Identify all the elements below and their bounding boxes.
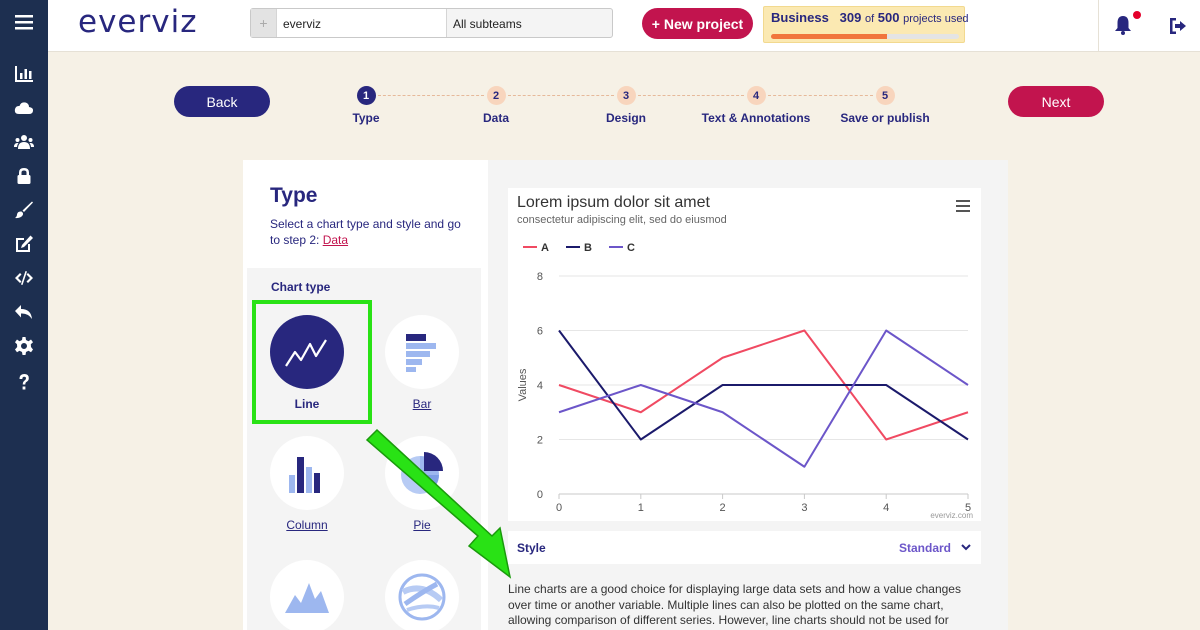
help-icon[interactable] <box>12 372 36 392</box>
chart-type-pie[interactable]: Pie <box>377 436 467 532</box>
selection-highlight <box>252 300 372 424</box>
data-step-link[interactable]: Data <box>323 233 348 247</box>
menu-icon[interactable] <box>12 12 36 32</box>
bar-chart-icon <box>406 334 436 372</box>
chart-type-label: Pie <box>413 518 431 532</box>
logout-icon[interactable] <box>1168 16 1188 36</box>
legend-label: B <box>584 242 592 254</box>
step-label: Design <box>605 111 646 125</box>
pie-chart-icon <box>401 452 443 494</box>
y-tick-label: 4 <box>537 380 543 392</box>
team-selector: + everviz All subteams <box>250 8 613 38</box>
plan-of: of <box>864 13 875 25</box>
step-number: 1 <box>356 86 376 105</box>
type-description: Select a chart type and style and go to … <box>270 217 461 247</box>
style-label: Style <box>517 541 546 555</box>
sankey-chart-icon <box>398 573 446 621</box>
chart-type-column[interactable]: Column <box>262 436 352 532</box>
back-button[interactable]: Back <box>174 86 270 117</box>
y-axis-label: Values <box>517 368 529 401</box>
plan-used: 309 <box>839 10 862 25</box>
bar-chart-thumb <box>385 315 459 389</box>
chart-type-label: Bar <box>412 397 432 411</box>
step-label: Text & Annotations <box>701 111 811 125</box>
legend-label: C <box>627 242 635 254</box>
step-label: Save or publish <box>840 111 930 125</box>
wizard-step[interactable]: 1 Type <box>296 86 436 125</box>
style-selector[interactable]: Style Standard <box>508 531 981 564</box>
y-tick-label: 0 <box>537 489 543 501</box>
x-tick-label: 1 <box>638 502 644 514</box>
step-number: 4 <box>746 86 766 105</box>
step-label: Type <box>352 111 380 125</box>
preview-column: 0 2 4 6 8 0 1 2 3 4 5 Values A B Ceverviz.com Lorem ip… <box>488 160 1008 630</box>
wizard-step[interactable]: 4 Text & Annotations <box>686 86 826 125</box>
brush-icon[interactable] <box>12 200 36 220</box>
plan-usage-text: Business 309 of 500 projects used <box>771 10 969 25</box>
chart-title: Lorem ipsum dolor sit amet <box>517 194 710 211</box>
chart-type-heading: Chart type <box>271 280 331 294</box>
legend-label: A <box>541 242 549 254</box>
x-tick-label: 4 <box>883 502 889 514</box>
chart-credit: everviz.com <box>930 511 973 520</box>
step-number: 2 <box>486 86 506 105</box>
plan-suffix: projects used <box>903 13 969 25</box>
top-bar: everviz + everviz All subteams + New pro… <box>48 0 1200 52</box>
y-tick-label: 8 <box>537 271 543 283</box>
sidebar <box>0 0 48 630</box>
add-team-button[interactable]: + <box>251 9 277 37</box>
chart-type-label: Column <box>286 518 328 532</box>
undo-icon[interactable] <box>12 302 36 322</box>
style-value: Standard <box>898 541 951 555</box>
chart-type-sankey[interactable] <box>377 560 467 630</box>
cloud-icon[interactable] <box>12 98 36 118</box>
chart-type-bar[interactable]: Bar <box>377 315 467 411</box>
gear-icon[interactable] <box>12 336 36 356</box>
chart-icon[interactable] <box>12 64 36 84</box>
x-tick-label: 2 <box>720 502 726 514</box>
wizard-step[interactable]: 5 Save or publish <box>815 86 955 125</box>
column-chart-icon <box>289 457 320 493</box>
y-tick-label: 6 <box>537 326 543 338</box>
chart-type-description: Line charts are a good choice for displa… <box>508 582 961 627</box>
step-label: Data <box>482 111 509 125</box>
wizard-step[interactable]: 3 Design <box>556 86 696 125</box>
x-tick-label: 3 <box>801 502 807 514</box>
x-tick-label: 0 <box>556 502 562 514</box>
chart-menu-icon[interactable] <box>956 200 970 212</box>
sankey-chart-thumb <box>385 560 459 630</box>
type-heading: Type <box>270 184 318 207</box>
area-chart-thumb <box>270 560 344 630</box>
code-icon[interactable] <box>12 268 36 288</box>
line-chart: 024680 1 2 3 4 5ValuesA B Ceverviz.com <box>517 242 973 520</box>
notification-dot <box>1133 11 1141 19</box>
wizard-step[interactable]: 2 Data <box>426 86 566 125</box>
edit-icon[interactable] <box>12 234 36 254</box>
chart-type-area[interactable] <box>262 560 352 630</box>
team-select[interactable]: everviz <box>277 9 447 37</box>
bell-icon[interactable] <box>1114 15 1132 35</box>
plan-name: Business <box>771 10 829 25</box>
users-icon[interactable] <box>12 132 36 152</box>
plan-progress-bar <box>771 34 959 39</box>
plan-usage: Business 309 of 500 projects used <box>763 6 969 43</box>
y-tick-label: 2 <box>537 435 543 447</box>
column-chart-thumb <box>270 436 344 510</box>
chart-preview: 0 2 4 6 8 0 1 2 3 4 5 Values A B Ceverviz.com Lorem ip… <box>508 188 981 521</box>
divider <box>1098 0 1099 52</box>
plan-total: 500 <box>877 10 900 25</box>
lock-icon[interactable] <box>12 166 36 186</box>
new-project-button[interactable]: + New project <box>642 8 753 39</box>
app-logo[interactable]: everviz <box>78 4 197 40</box>
area-chart-icon <box>285 583 329 613</box>
next-button[interactable]: Next <box>1008 86 1104 117</box>
pie-chart-thumb <box>385 436 459 510</box>
step-number: 5 <box>875 86 895 105</box>
chevron-down-icon <box>961 544 971 551</box>
step-number: 3 <box>616 86 636 105</box>
chart-subtitle: consectetur adipiscing elit, sed do eius… <box>517 214 727 226</box>
plan-progress-fill <box>771 34 888 39</box>
subteam-select[interactable]: All subteams <box>447 9 612 37</box>
